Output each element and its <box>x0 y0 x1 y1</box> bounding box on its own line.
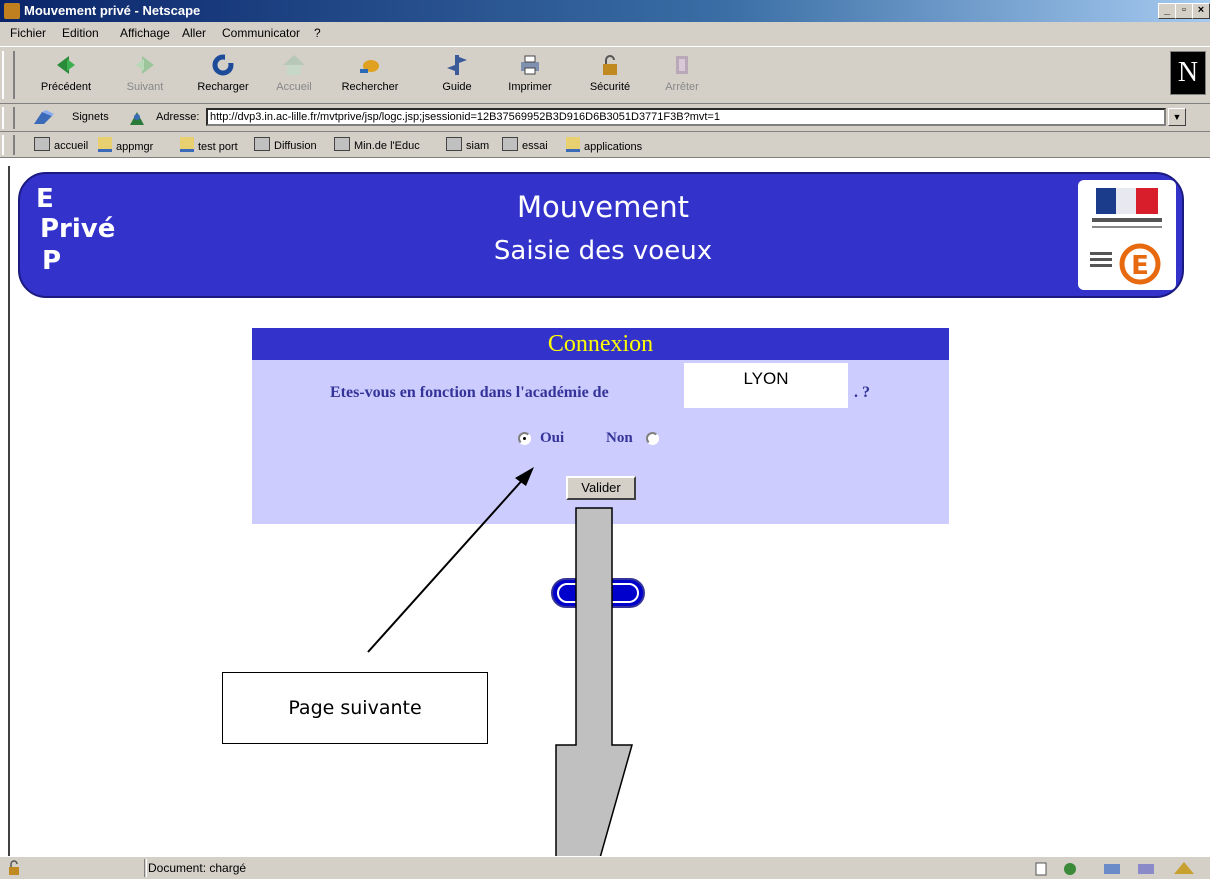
print-icon <box>521 55 539 75</box>
bookmark-siam[interactable]: siam <box>446 137 489 152</box>
bookmark-appmgr[interactable]: appmgr <box>98 137 153 153</box>
page-bookmark-icon <box>502 137 518 151</box>
bookmarks-menu[interactable]: Signets <box>72 111 109 123</box>
bookmark-test-port[interactable]: test port <box>180 137 238 153</box>
radio-non[interactable] <box>646 432 659 445</box>
radio-oui-label: Oui <box>540 430 565 446</box>
bookmark-essai[interactable]: essai <box>502 137 548 152</box>
stop-icon <box>676 56 688 74</box>
page-bookmark-icon <box>34 137 50 151</box>
menu-edition[interactable]: Edition <box>62 26 99 40</box>
ministere-emblem-icon: E <box>1090 188 1162 285</box>
bookmark-diffusion[interactable]: Diffusion <box>254 137 317 152</box>
print-button[interactable]: Imprimer <box>500 51 560 101</box>
navigator-icon[interactable] <box>1035 862 1047 876</box>
search-icon <box>360 60 379 73</box>
home-icon <box>283 55 305 75</box>
toolbar-grip[interactable] <box>2 51 15 99</box>
reload-label: Recharger <box>197 81 249 93</box>
connexion-header: Connexion <box>252 328 949 360</box>
valider-button[interactable]: Valider <box>566 476 636 500</box>
forward-icon <box>136 56 154 74</box>
menu-communicator[interactable]: Communicator <box>222 26 300 40</box>
status-bar: Document: chargé <box>0 856 1210 879</box>
bookmark-min-educ[interactable]: Min.de l'Educ <box>334 137 420 152</box>
url-history-dropdown[interactable]: ▼ <box>1168 108 1186 126</box>
guide-label: Guide <box>442 81 472 93</box>
component-bar <box>1035 862 1194 876</box>
mail-icon[interactable] <box>1064 863 1076 875</box>
search-label: Rechercher <box>341 81 399 93</box>
back-icon <box>57 56 75 74</box>
bookmarks-icon <box>34 110 54 124</box>
menu-fichier[interactable]: Fichier <box>10 26 46 40</box>
banner-title: Mouvement <box>517 190 689 224</box>
maximize-button[interactable]: ▫ <box>1175 3 1193 19</box>
security-status-icon[interactable] <box>6 860 22 876</box>
personal-toolbar: accueil appmgr test port Diffusion Min.d… <box>0 132 1210 158</box>
page-proxy-icon[interactable] <box>128 109 146 127</box>
forward-button[interactable]: Suivant <box>115 51 175 101</box>
tools-icon[interactable] <box>1174 862 1194 874</box>
security-button[interactable]: Sécurité <box>580 51 640 101</box>
netscape-logo[interactable]: N <box>1170 51 1206 95</box>
home-button[interactable]: Accueil <box>264 51 324 101</box>
print-label: Imprimer <box>508 81 552 93</box>
personal-toolbar-grip[interactable] <box>2 135 15 155</box>
search-button[interactable]: Rechercher <box>340 51 400 101</box>
close-button[interactable]: × <box>1192 3 1210 19</box>
bookmark-applications[interactable]: applications <box>566 137 642 153</box>
forward-label: Suivant <box>126 81 164 93</box>
newsgroups-icon[interactable] <box>1104 864 1120 874</box>
back-label: Précédent <box>40 81 92 93</box>
guide-icon <box>447 55 467 75</box>
banner-subtitle: Saisie des voeux <box>493 236 713 266</box>
stop-label: Arrêter <box>665 81 699 93</box>
bookmark-accueil[interactable]: accueil <box>34 137 88 152</box>
ministere-logo: E <box>1078 180 1176 290</box>
window-title: Mouvement privé - Netscape <box>24 3 201 18</box>
lock-icon <box>603 55 617 75</box>
navigation-toolbar: Précédent Suivant Recharger Accueil Rech… <box>0 46 1210 104</box>
academy-question-end: . ? <box>854 384 870 401</box>
address-input[interactable]: http://dvp3.in.ac-lille.fr/mvtprive/jsp/… <box>206 108 1166 126</box>
menu-affichage[interactable]: Affichage <box>120 26 170 40</box>
locationbar-grip[interactable] <box>2 107 15 129</box>
reload-icon <box>212 54 235 76</box>
window-titlebar: Mouvement privé - Netscape _ ▫ × <box>0 0 1210 22</box>
folder-bookmark-icon <box>566 137 580 152</box>
academy-name-overlay: LYON <box>684 363 848 408</box>
address-label: Adresse: <box>156 111 200 123</box>
composer-icon[interactable] <box>1138 864 1154 874</box>
page-bookmark-icon <box>446 137 462 151</box>
back-button[interactable]: Précédent <box>36 51 96 101</box>
status-separator <box>144 859 147 877</box>
page-bookmark-icon <box>334 137 350 151</box>
menu-help[interactable]: ? <box>314 26 321 40</box>
annotation-callout: Page suivante <box>222 672 488 744</box>
menu-bar: Fichier Edition Affichage Aller Communic… <box>0 22 1210 46</box>
guide-button[interactable]: Guide <box>427 51 487 101</box>
svg-text:E: E <box>1131 251 1149 281</box>
location-bar: Signets Adresse: http://dvp3.in.ac-lille… <box>0 104 1210 132</box>
stop-button[interactable]: Arrêter <box>652 51 712 101</box>
minimize-button[interactable]: _ <box>1158 3 1176 19</box>
page-bookmark-icon <box>254 137 270 151</box>
reload-button[interactable]: Recharger <box>193 51 253 101</box>
status-text: Document: chargé <box>148 861 247 875</box>
home-label: Accueil <box>276 81 312 93</box>
academy-question: Etes-vous en fonction dans l'académie de <box>330 384 609 401</box>
netscape-window-icon <box>4 3 20 19</box>
radio-non-label: Non <box>606 430 633 446</box>
page-banner: E Privé P Mouvement Saisie des voeux E <box>18 172 1184 298</box>
radio-oui[interactable] <box>518 432 531 445</box>
security-label: Sécurité <box>589 81 631 93</box>
menu-aller[interactable]: Aller <box>182 26 206 40</box>
folder-bookmark-icon <box>98 137 112 152</box>
folder-bookmark-icon <box>180 137 194 152</box>
page-nav-pill-button[interactable] <box>551 578 645 608</box>
